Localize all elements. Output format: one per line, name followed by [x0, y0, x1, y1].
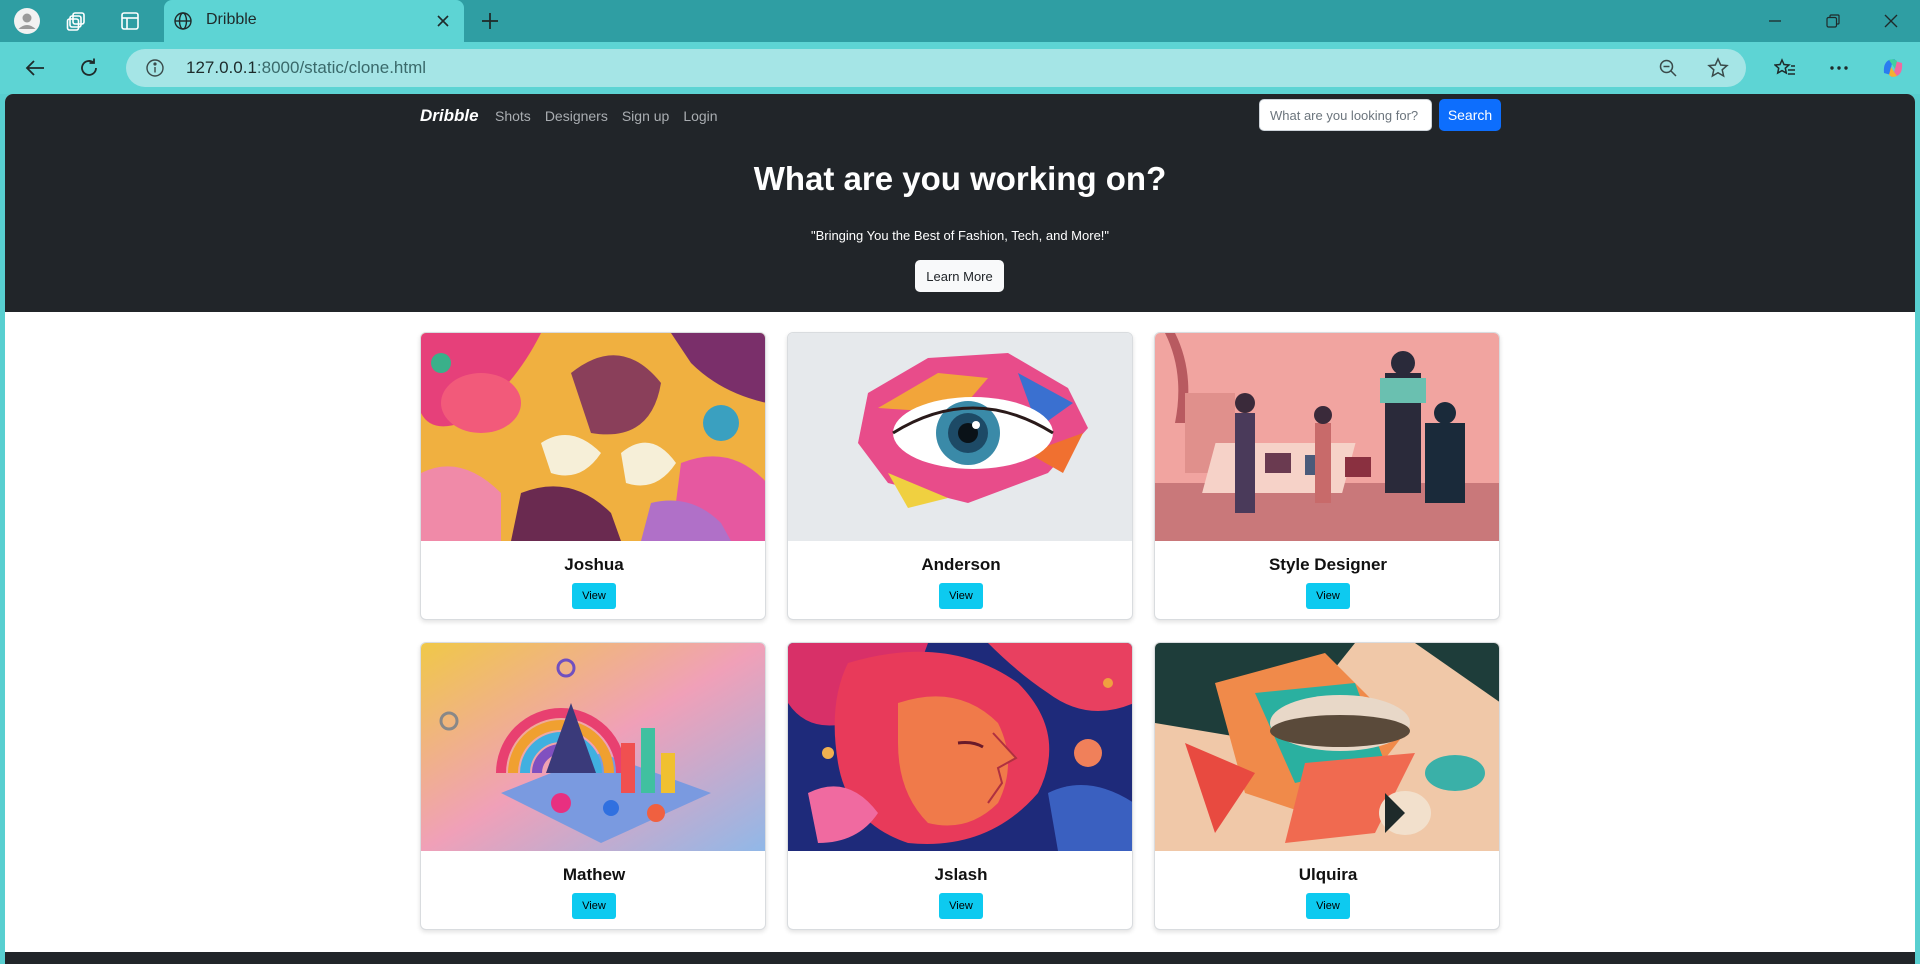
search-button[interactable]: Search: [1439, 99, 1501, 131]
view-button[interactable]: View: [939, 583, 983, 609]
nav-shots[interactable]: Shots: [495, 108, 531, 124]
minimize-icon[interactable]: [1760, 8, 1790, 34]
hero-subtitle: "Bringing You the Best of Fashion, Tech,…: [810, 228, 1110, 243]
site-info-icon[interactable]: [144, 57, 166, 79]
card-name: Style Designer: [1268, 555, 1388, 574]
card-name: Ulquira: [1298, 865, 1358, 884]
browser-tab-bar: Dribble: [0, 0, 1920, 42]
tab-title: Dribble: [206, 11, 257, 28]
copilot-icon[interactable]: [1878, 53, 1908, 83]
card-artwork-image[interactable]: [788, 333, 1133, 541]
designer-card: Anderson View: [787, 332, 1133, 620]
active-tab[interactable]: Dribble: [164, 0, 464, 42]
designer-card: Mathew View: [420, 642, 766, 930]
favorites-icon[interactable]: [1770, 53, 1800, 83]
url-host: 127.0.0.1: [186, 58, 257, 77]
nav-designers[interactable]: Designers: [545, 108, 608, 124]
address-bar[interactable]: 127.0.0.1:8000/static/clone.html: [126, 49, 1746, 87]
designer-card: Style Designer View: [1154, 332, 1500, 620]
card-name: Mathew: [562, 865, 626, 884]
page-viewport: Dribble Shots Designers Sign up Login Se…: [5, 94, 1915, 964]
card-name: Joshua: [564, 555, 624, 574]
designer-card: Jslash View: [787, 642, 1133, 930]
card-name: Anderson: [921, 555, 1001, 574]
footer: [5, 952, 1915, 964]
search-input[interactable]: [1259, 99, 1432, 131]
url-text[interactable]: 127.0.0.1:8000/static/clone.html: [186, 58, 426, 78]
hero-section: Dribble Shots Designers Sign up Login Se…: [5, 94, 1915, 312]
close-tab-icon[interactable]: [430, 8, 456, 34]
nav-sign-up[interactable]: Sign up: [622, 108, 669, 124]
new-tab-icon[interactable]: [476, 7, 504, 35]
card-artwork-image[interactable]: [421, 333, 766, 541]
restore-icon[interactable]: [1818, 8, 1848, 34]
learn-more-button[interactable]: Learn More: [915, 260, 1004, 292]
browser-toolbar: 127.0.0.1:8000/static/clone.html: [0, 42, 1920, 94]
favorite-star-icon[interactable]: [1706, 56, 1730, 80]
workspaces-icon[interactable]: [63, 7, 91, 35]
zoom-out-icon[interactable]: [1656, 56, 1680, 80]
back-icon[interactable]: [20, 53, 50, 83]
url-path: :8000/static/clone.html: [256, 58, 427, 77]
view-button[interactable]: View: [572, 583, 616, 609]
nav-login[interactable]: Login: [683, 108, 717, 124]
designer-card: Joshua View: [420, 332, 766, 620]
card-artwork-image[interactable]: [1155, 643, 1500, 851]
card-artwork-image[interactable]: [1155, 333, 1500, 541]
profile-icon[interactable]: [13, 7, 41, 35]
view-button[interactable]: View: [939, 893, 983, 919]
globe-icon: [170, 8, 196, 34]
card-artwork-image[interactable]: [788, 643, 1133, 851]
site-nav: Shots Designers Sign up Login: [495, 108, 718, 124]
more-options-icon[interactable]: [1824, 53, 1854, 83]
view-button[interactable]: View: [1306, 583, 1350, 609]
reload-icon[interactable]: [74, 53, 104, 83]
designer-card: Ulquira View: [1154, 642, 1500, 930]
view-button[interactable]: View: [572, 893, 616, 919]
site-brand[interactable]: Dribble: [420, 106, 479, 126]
tab-actions-icon[interactable]: [116, 7, 144, 35]
card-artwork-image[interactable]: [421, 643, 766, 851]
view-button[interactable]: View: [1306, 893, 1350, 919]
card-name: Jslash: [934, 865, 988, 884]
close-window-icon[interactable]: [1876, 8, 1906, 34]
hero-title: What are you working on?: [753, 160, 1167, 197]
